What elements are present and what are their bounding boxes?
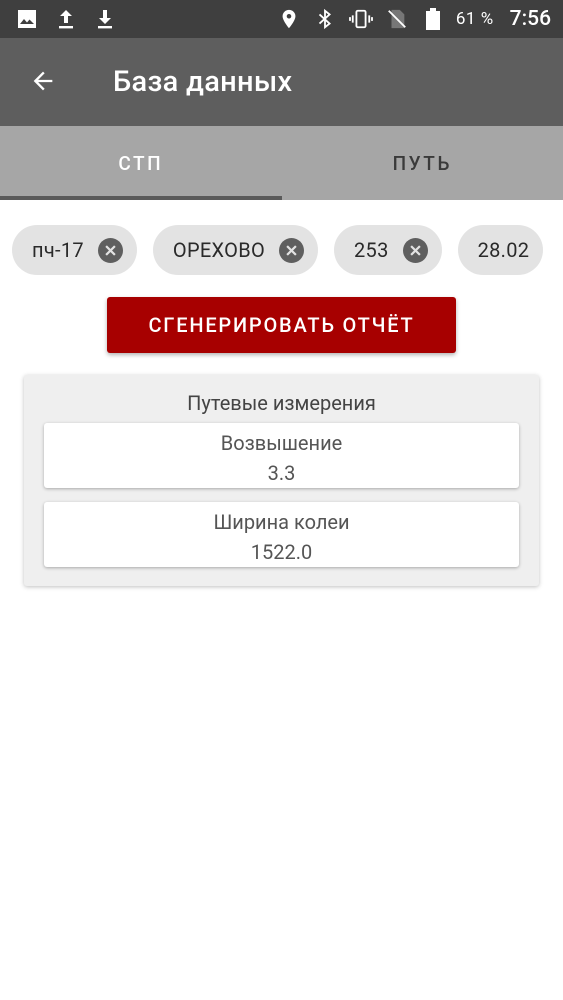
back-button[interactable]: [18, 58, 68, 108]
measurement-value: 3.3: [267, 461, 296, 485]
download-icon: [92, 6, 118, 32]
chip-number[interactable]: 253: [334, 225, 442, 275]
measurement-label: Ширина колеи: [213, 510, 350, 534]
upload-icon: [53, 6, 79, 32]
no-sim-icon: [384, 6, 410, 32]
measurement-row-elevation[interactable]: Возвышение 3.3: [44, 423, 519, 488]
status-bar-notifications: [14, 0, 118, 38]
close-icon[interactable]: [279, 237, 305, 263]
chip-label: 28.02: [477, 238, 530, 262]
bluetooth-icon: [312, 6, 338, 32]
arrow-left-icon: [29, 67, 57, 99]
measurements-card: Путевые измерения Возвышение 3.3 Ширина …: [24, 375, 539, 586]
filter-chips: пч-17 ОРЕХОВО 253 28.02: [12, 225, 550, 275]
chip-label: пч-17: [32, 238, 84, 262]
image-icon: [14, 6, 40, 32]
vibrate-icon: [348, 6, 374, 32]
card-title: Путевые измерения: [187, 391, 376, 415]
tab-stp[interactable]: СТП: [0, 126, 282, 200]
status-bar: 61 % 7:56: [0, 0, 563, 38]
page-title: База данных: [113, 65, 293, 99]
measurement-label: Возвышение: [220, 431, 343, 455]
measurement-value: 1522.0: [250, 540, 313, 564]
close-icon[interactable]: [97, 237, 123, 263]
battery-icon: [420, 6, 446, 32]
status-bar-system: 61 % 7:56: [276, 0, 551, 38]
tab-path[interactable]: ПУТЬ: [282, 126, 563, 200]
chip-date[interactable]: 28.02: [457, 225, 544, 275]
close-icon[interactable]: [402, 237, 428, 263]
chip-label: 253: [354, 238, 389, 262]
app-bar: База данных: [0, 38, 563, 126]
generate-report-button[interactable]: СГЕНЕРИРОВАТЬ ОТЧЁТ: [107, 297, 456, 353]
chip-station[interactable]: ОРЕХОВО: [152, 225, 319, 275]
clock: 7:56: [509, 7, 551, 31]
measurement-row-gauge[interactable]: Ширина колеи 1522.0: [44, 502, 519, 567]
chip-label: ОРЕХОВО: [172, 238, 266, 262]
tab-bar: СТП ПУТЬ: [0, 126, 563, 200]
battery-percent: 61 %: [455, 9, 494, 29]
location-icon: [276, 6, 302, 32]
chip-division[interactable]: пч-17: [12, 225, 137, 275]
